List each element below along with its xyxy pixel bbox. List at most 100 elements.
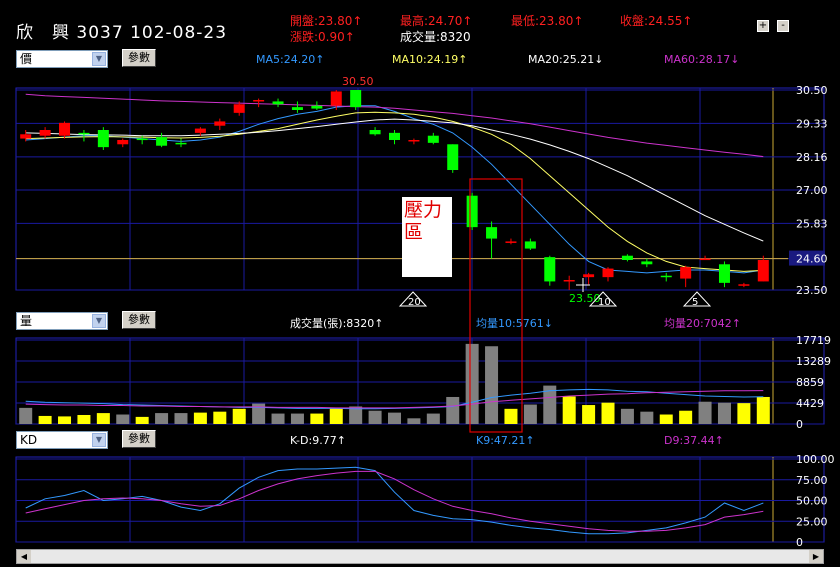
candle-down <box>389 132 400 140</box>
kd-axis-tick: 75.00 <box>796 474 828 487</box>
period-high-label: 30.50 <box>342 75 374 88</box>
candle-up <box>699 258 711 261</box>
candle-up <box>583 274 595 278</box>
volume-bar <box>193 412 207 424</box>
volume-bar <box>388 412 401 424</box>
volume-bar <box>329 407 343 424</box>
volume-bar <box>135 416 149 424</box>
period-low-label: 23.50 <box>569 292 601 305</box>
volume-bar <box>601 402 615 424</box>
candle-up <box>680 267 692 279</box>
volume-bar <box>640 411 654 424</box>
price-axis-tick: 27.00 <box>796 184 828 197</box>
candle-down <box>97 130 109 148</box>
volume-bar <box>310 413 324 424</box>
kd-axis-tick: 0 <box>796 536 803 549</box>
candle-up <box>408 140 420 142</box>
volume-bar <box>58 416 72 424</box>
price-axis-tick: 29.33 <box>796 117 828 130</box>
candle-down <box>660 275 672 278</box>
candle-up <box>757 260 769 282</box>
volume-bar <box>19 407 33 424</box>
volume-bar <box>155 413 169 424</box>
candle-down <box>544 257 556 282</box>
candle-up <box>194 128 206 133</box>
candle-down <box>718 264 730 283</box>
candle-down <box>621 255 633 260</box>
volume-bar <box>77 414 91 424</box>
candle-down <box>311 105 323 109</box>
candle-up <box>20 134 32 139</box>
price-axis-tick: 25.83 <box>796 217 828 230</box>
volume-axis-tick: 17719 <box>796 334 831 347</box>
candle-down <box>175 142 187 145</box>
volume-bar <box>38 415 52 424</box>
candle-up <box>738 284 750 286</box>
period-marker-label: 5 <box>692 297 698 308</box>
volume-bar <box>213 411 227 424</box>
scroll-left-icon[interactable]: ◀ <box>17 550 31 563</box>
price-axis-tick: 24.60 <box>796 253 828 266</box>
candle-down <box>156 137 168 146</box>
period-marker-label: 20 <box>408 297 421 308</box>
candle-down <box>447 144 459 170</box>
candle-up <box>602 268 614 278</box>
price-axis-tick: 30.50 <box>796 84 828 97</box>
horizontal-scrollbar[interactable]: ◀ ▶ <box>16 549 824 564</box>
candle-up <box>233 104 245 113</box>
volume-bar <box>174 413 188 424</box>
volume-bar <box>290 413 304 424</box>
candle-up <box>563 280 575 282</box>
volume-bar <box>504 408 518 424</box>
candle-up <box>253 100 265 102</box>
volume-bar <box>523 404 537 424</box>
volume-bar <box>737 403 751 424</box>
volume-bar <box>426 413 440 424</box>
volume-bar <box>698 401 712 424</box>
price-axis-tick: 28.16 <box>796 151 828 164</box>
volume-bar <box>756 396 770 424</box>
candle-down <box>78 132 90 135</box>
candle-up <box>330 91 342 106</box>
candle-down <box>272 101 284 105</box>
volume-bar <box>271 413 285 424</box>
candle-down <box>350 90 362 108</box>
volume-bar <box>485 346 499 424</box>
candle-down <box>486 227 498 239</box>
candle-up <box>214 121 226 126</box>
volume-axis-tick: 13289 <box>796 355 831 368</box>
volume-bar <box>96 413 110 424</box>
kd-axis-tick: 100.00 <box>796 453 835 466</box>
volume-bar <box>465 343 479 424</box>
candle-down <box>136 138 148 141</box>
ma-line-ma60 <box>25 93 764 158</box>
volume-bar <box>679 410 693 424</box>
pressure-zone-note: 壓力區 <box>402 197 452 277</box>
volume-bar <box>620 408 634 424</box>
volume-bar <box>659 414 673 424</box>
volume-bar <box>407 418 421 424</box>
volume-axis-tick: 8859 <box>796 376 824 389</box>
kd-axis-tick: 50.00 <box>796 495 828 508</box>
volume-axis-tick: 0 <box>796 418 803 431</box>
candle-down <box>641 261 653 265</box>
volume-bar <box>232 408 246 424</box>
pressure-zone-text: 壓力區 <box>404 199 443 243</box>
kd-axis-tick: 25.00 <box>796 515 828 528</box>
volume-bar <box>717 402 731 424</box>
panel-frame <box>15 456 825 543</box>
candle-up <box>39 130 51 136</box>
price-axis-tick: 23.50 <box>796 284 828 297</box>
volume-axis-tick: 4429 <box>796 397 824 410</box>
period-marker-label: 10 <box>598 297 611 308</box>
candle-up <box>505 241 517 243</box>
kd-line-d9 <box>25 470 764 532</box>
volume-bar <box>368 410 382 424</box>
candle-up <box>117 140 129 145</box>
volume-bar <box>582 405 596 424</box>
volume-bar <box>116 414 130 424</box>
scroll-right-icon[interactable]: ▶ <box>809 550 823 563</box>
candle-down <box>466 195 478 228</box>
candle-up <box>59 122 71 136</box>
volume-bar <box>562 396 576 424</box>
